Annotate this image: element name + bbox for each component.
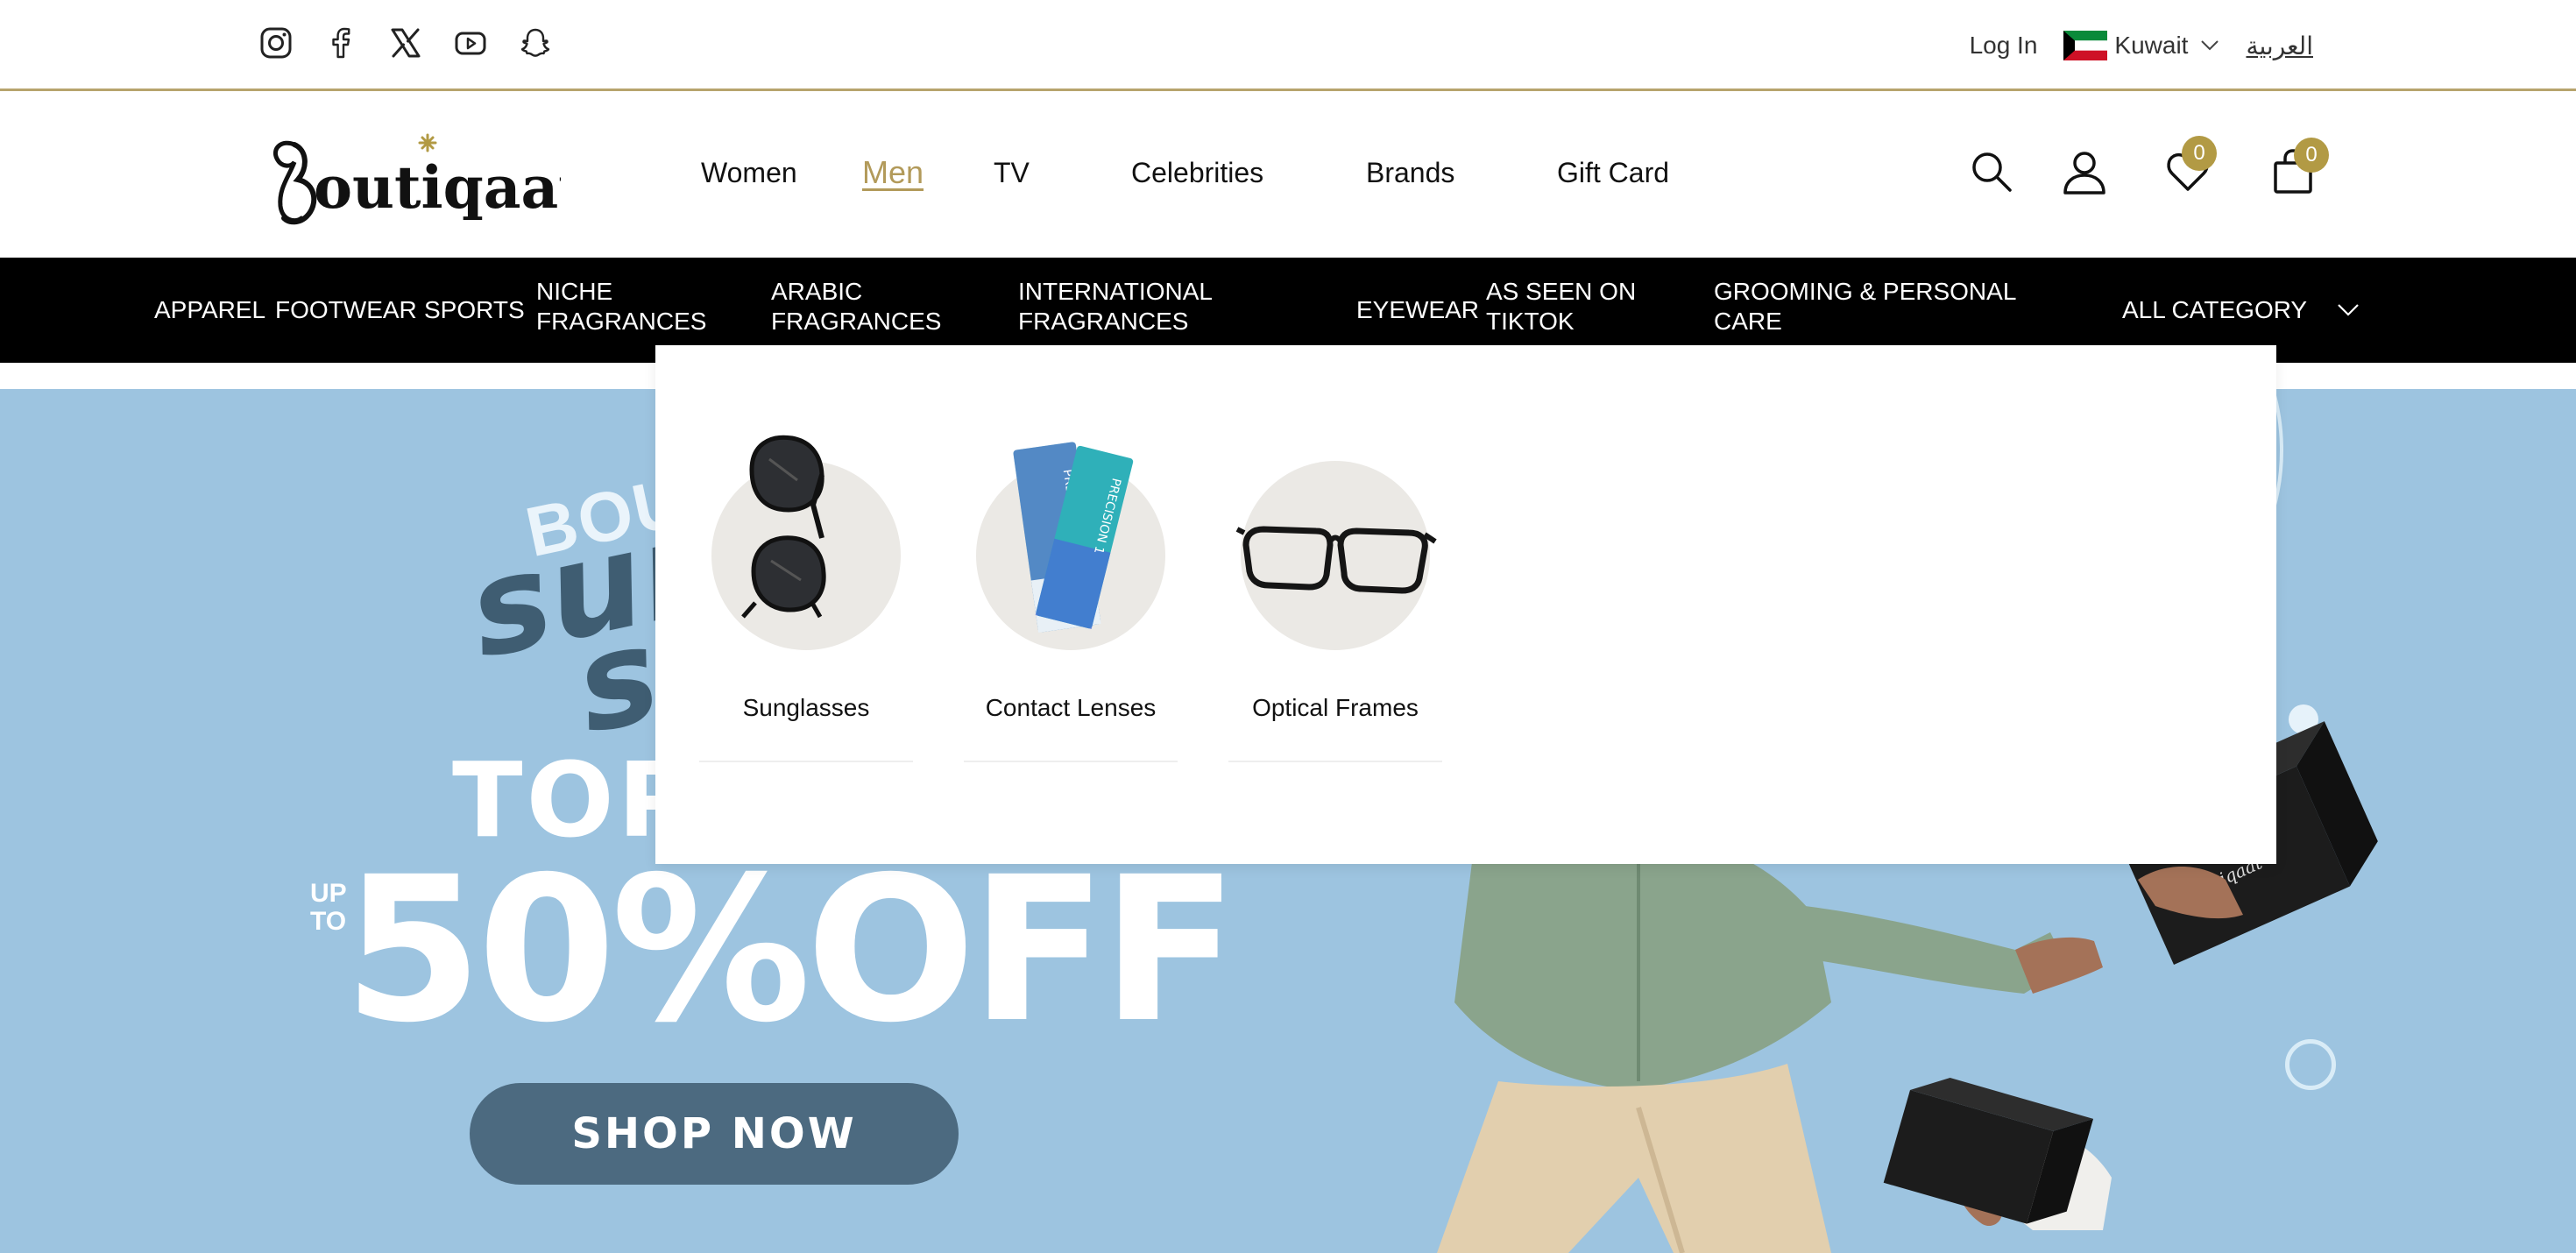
eyewear-dropdown-menu: Sunglasses PRECISION 1 PRECISION 1 Conta…	[655, 345, 2276, 864]
main-header: outiqaat Women Men TV Celebrities Brands…	[0, 94, 2576, 258]
contact-lenses-label: Contact Lenses	[985, 694, 1157, 721]
youtube-icon[interactable]	[454, 26, 487, 60]
hero-upto: UP TO	[310, 880, 347, 936]
category-grooming[interactable]: GROOMING & PERSONAL CARE	[1714, 277, 2016, 336]
category-grooming-line-2: CARE	[1714, 308, 1782, 335]
hero-upto-line-1: UP	[310, 879, 347, 908]
category-tiktok-line-2: TIKTOK	[1486, 308, 1575, 335]
optical-frames-icon	[1235, 526, 1437, 594]
category-arabic-fragrances[interactable]: ARABIC FRAGRANCES	[771, 277, 941, 336]
category-niche-line-1: NICHE	[536, 278, 613, 305]
category-intl-line-1: INTERNATIONAL	[1018, 278, 1213, 305]
country-label: Kuwait	[2114, 32, 2189, 59]
hero-upto-line-2: TO	[310, 907, 347, 936]
boutiqaat-logo[interactable]: outiqaat	[268, 132, 561, 229]
login-link[interactable]: Log In	[1970, 32, 2038, 60]
optical-frames-label: Optical Frames	[1252, 694, 1419, 721]
country-selector[interactable]: Kuwait	[2063, 31, 2219, 60]
category-sports[interactable]: SPORTS	[424, 295, 525, 325]
nav-brands[interactable]: Brands	[1366, 157, 1454, 189]
sunglasses-icon	[741, 435, 826, 619]
account-icon[interactable]	[2061, 148, 2108, 195]
contact-lenses-icon: PRECISION 1 PRECISION 1	[1013, 442, 1134, 633]
category-niche-line-2: FRAGRANCES	[536, 308, 707, 335]
utility-links: Log In Kuwait العربية	[1970, 26, 2313, 65]
nav-tv[interactable]: TV	[994, 157, 1030, 189]
category-international-fragrances[interactable]: INTERNATIONAL FRAGRANCES	[1018, 277, 1213, 336]
category-arabic-line-1: ARABIC	[771, 278, 863, 305]
category-niche-fragrances[interactable]: NICHE FRAGRANCES	[536, 277, 706, 336]
search-icon[interactable]	[1968, 148, 2015, 195]
category-footwear[interactable]: FOOTWEAR	[275, 295, 417, 325]
all-category-label: ALL CATEGORY	[2122, 296, 2308, 323]
wishlist-count-badge: 0	[2182, 136, 2217, 171]
category-apparel[interactable]: APPAREL	[154, 295, 265, 325]
nav-women[interactable]: Women	[701, 157, 797, 189]
dropdown-item-optical-frames[interactable]: Optical Frames	[1228, 401, 1442, 762]
social-links	[259, 26, 552, 60]
snapchat-icon[interactable]	[519, 26, 552, 60]
top-utility-bar: Log In Kuwait العربية	[0, 0, 2576, 91]
category-tiktok-line-1: AS SEEN ON	[1486, 278, 1637, 305]
chevron-down-icon	[2338, 304, 2359, 316]
category-grooming-line-1: GROOMING & PERSONAL	[1714, 278, 2017, 305]
kuwait-flag-icon	[2063, 31, 2108, 60]
sunglasses-label: Sunglasses	[742, 694, 870, 721]
dropdown-item-sunglasses[interactable]: Sunglasses	[699, 401, 913, 762]
category-intl-line-2: FRAGRANCES	[1018, 308, 1189, 335]
language-switch[interactable]: العربية	[2246, 32, 2313, 60]
category-eyewear[interactable]: EYEWEAR	[1356, 295, 1479, 325]
hero-offer-text: 50%OFF	[343, 833, 1238, 1066]
category-arabic-line-2: FRAGRANCES	[771, 308, 942, 335]
nav-gift-card[interactable]: Gift Card	[1557, 157, 1669, 189]
nav-celebrities[interactable]: Celebrities	[1131, 157, 1263, 189]
nav-men[interactable]: Men	[862, 154, 924, 191]
instagram-icon[interactable]	[259, 26, 293, 60]
logo-wordmark: outiqaat	[314, 153, 561, 222]
shop-now-button[interactable]: SHOP NOW	[470, 1083, 959, 1185]
cart-count-badge: 0	[2294, 138, 2329, 173]
category-as-seen-on-tiktok[interactable]: AS SEEN ON TIKTOK	[1486, 277, 1636, 336]
chevron-down-icon	[2201, 40, 2219, 51]
dropdown-item-contact-lenses[interactable]: PRECISION 1 PRECISION 1 Contact Lenses	[964, 401, 1178, 762]
x-icon[interactable]	[389, 26, 422, 60]
facebook-icon[interactable]	[324, 26, 357, 60]
